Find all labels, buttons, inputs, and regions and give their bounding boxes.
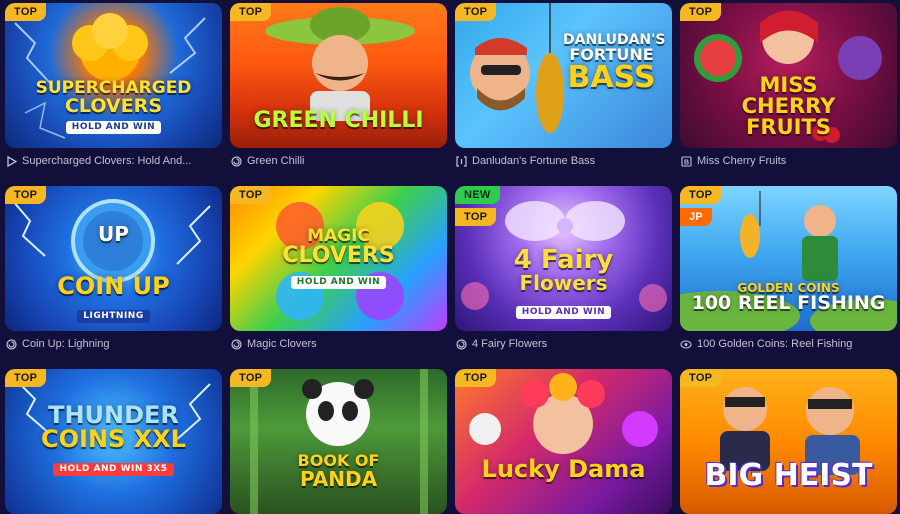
game-card-miss-cherry-fruits[interactable]: MISS CHERRY FRUITS TOP B Miss Cherry Fru… [680, 3, 897, 168]
spiral-provider-icon [230, 338, 242, 350]
art-subtitle: HOLD AND WIN [515, 306, 612, 319]
art-subtitle: LIGHTNING [77, 310, 150, 323]
top-badge: TOP [680, 369, 722, 387]
game-grid: SUPERCHARGED CLOVERS HOLD AND WIN TOP Su… [0, 0, 900, 514]
game-label[interactable]: Green Chilli [230, 154, 447, 168]
game-label[interactable]: B Miss Cherry Fruits [680, 154, 897, 168]
art-title-line: FRUITS [746, 115, 831, 139]
robbers-art [720, 387, 860, 475]
art-title-line: BASS [567, 60, 656, 95]
art-title-line: Flowers [519, 271, 608, 295]
top-badge: TOP [455, 369, 497, 387]
game-label[interactable]: 4 Fairy Flowers [455, 337, 672, 351]
game-name: 4 Fairy Flowers [472, 338, 548, 350]
game-name: Magic Clovers [247, 338, 317, 350]
new-badge: NEW [455, 186, 500, 204]
jackpot-badge: JP [680, 208, 713, 226]
art-title-line: GREEN CHILLI [253, 108, 424, 133]
top-badge: TOP [455, 208, 497, 226]
art-title-line: 100 REEL FISHING [691, 292, 886, 314]
game-name: Supercharged Clovers: Hold And... [22, 155, 192, 167]
top-badge: TOP [230, 186, 272, 204]
art-subtitle: HOLD AND WIN [290, 276, 387, 289]
game-label[interactable]: Coin Up: Lighning [5, 337, 222, 351]
art-subtitle: HOLD AND WIN 3X5 [53, 463, 174, 476]
game-card-green-chilli[interactable]: GREEN CHILLI TOP Green Chilli [230, 3, 447, 168]
game-name: Coin Up: Lighning [22, 338, 110, 350]
game-thumbnail[interactable]: MAGIC CLOVERS HOLD AND WIN TOP [230, 186, 447, 331]
art-title-line: PANDA [299, 467, 378, 491]
game-thumbnail[interactable]: Lucky Dama TOP [455, 369, 672, 514]
panda-art [250, 369, 428, 514]
game-card-big-heist[interactable]: BIG HEIST TOP [680, 369, 897, 514]
art-title-line: COINS XXL [41, 425, 186, 453]
game-card-lucky-dama[interactable]: Lucky Dama TOP [455, 369, 672, 514]
game-card-4-fairy-flowers[interactable]: 4 Fairy Flowers HOLD AND WIN NEW TOP 4 F… [455, 186, 672, 351]
spiral-provider-icon [230, 155, 242, 167]
art-title-line: Lucky Dama [481, 455, 646, 483]
game-card-supercharged-clovers[interactable]: SUPERCHARGED CLOVERS HOLD AND WIN TOP Su… [5, 3, 222, 168]
art-title-line: CLOVERS [64, 95, 162, 117]
art-title-line: 4 Fairy [513, 245, 614, 275]
game-card-coin-up-lightning[interactable]: UP COIN UP LIGHTNING TOP Coin Up: Lighni… [5, 186, 222, 351]
art-title-line: CHERRY [741, 94, 836, 118]
game-thumbnail[interactable]: MISS CHERRY FRUITS TOP [680, 3, 897, 148]
art-subtitle: HOLD AND WIN [65, 121, 162, 134]
game-card-magic-clovers[interactable]: MAGIC CLOVERS HOLD AND WIN TOP Magic Clo… [230, 186, 447, 351]
game-card-golden-coins-reel-fishing[interactable]: GOLDEN COINS 100 REEL FISHING TOP JP 100… [680, 186, 897, 351]
game-label[interactable]: Danludan's Fortune Bass [455, 154, 672, 168]
top-badge: TOP [5, 186, 47, 204]
game-name: 100 Golden Coins: Reel Fishing [697, 338, 853, 350]
bracket-provider-icon [455, 155, 467, 167]
game-label[interactable]: Supercharged Clovers: Hold And... [5, 154, 222, 168]
dama-art [469, 373, 658, 454]
game-thumbnail[interactable]: SUPERCHARGED CLOVERS HOLD AND WIN TOP [5, 3, 222, 148]
play-triangle-icon [5, 155, 17, 167]
art-title-line: THUNDER [48, 401, 179, 429]
art-title-line: BIG HEIST [704, 458, 873, 493]
art-title-line: COIN UP [57, 272, 170, 300]
b-provider-icon: B [680, 155, 692, 167]
game-label[interactable]: Magic Clovers [230, 337, 447, 351]
art-title-line: MISS [759, 73, 818, 97]
svg-text:B: B [684, 159, 689, 166]
game-name: Danludan's Fortune Bass [472, 155, 596, 167]
game-name: Green Chilli [247, 155, 305, 167]
spiral-provider-icon [455, 338, 467, 350]
art-title-line: UP [98, 222, 129, 246]
top-badge: TOP [680, 3, 722, 21]
game-thumbnail[interactable]: 4 Fairy Flowers HOLD AND WIN NEW TOP [455, 186, 672, 331]
game-card-thunder-coins-xxl[interactable]: THUNDER COINS XXL HOLD AND WIN 3X5 TOP [5, 369, 222, 514]
game-thumbnail[interactable]: THUNDER COINS XXL HOLD AND WIN 3X5 TOP [5, 369, 222, 514]
game-thumbnail[interactable]: BOOK OF PANDA TOP [230, 369, 447, 514]
game-card-fortune-bass[interactable]: DANLUDAN'S FORTUNE BASS TOP Danludan's F… [455, 3, 672, 168]
top-badge: TOP [455, 3, 497, 21]
top-badge: TOP [5, 369, 47, 387]
top-badge: TOP [5, 3, 47, 21]
top-badge: TOP [230, 369, 272, 387]
art-title-line: CLOVERS [282, 243, 395, 268]
game-label[interactable]: 100 Golden Coins: Reel Fishing [680, 337, 897, 351]
game-thumbnail[interactable]: GREEN CHILLI TOP [230, 3, 447, 148]
top-badge: TOP [680, 186, 722, 204]
game-card-book-of-panda[interactable]: BOOK OF PANDA TOP [230, 369, 447, 514]
game-name: Miss Cherry Fruits [697, 155, 787, 167]
game-thumbnail[interactable]: BIG HEIST TOP [680, 369, 897, 514]
game-thumbnail[interactable]: GOLDEN COINS 100 REEL FISHING TOP JP [680, 186, 897, 331]
game-thumbnail[interactable]: DANLUDAN'S FORTUNE BASS TOP [455, 3, 672, 148]
spiral-provider-icon [5, 338, 17, 350]
game-thumbnail[interactable]: UP COIN UP LIGHTNING TOP [5, 186, 222, 331]
eye-provider-icon [680, 338, 692, 350]
top-badge: TOP [230, 3, 272, 21]
